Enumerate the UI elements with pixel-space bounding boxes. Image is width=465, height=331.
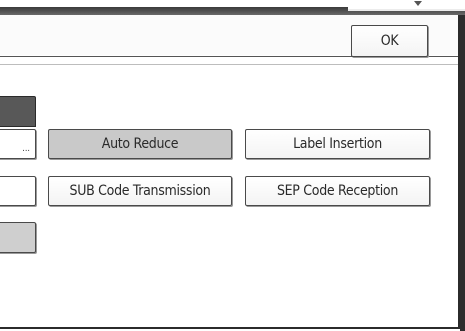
top-tab (348, 0, 465, 11)
settings-panel (0, 15, 460, 329)
left-partial-button-3[interactable] (0, 222, 36, 253)
left-partial-button[interactable]: ... (0, 129, 36, 159)
sep-code-reception-button[interactable]: SEP Code Reception (245, 176, 430, 206)
header-divider-secondary (0, 64, 458, 65)
ok-button[interactable]: OK (351, 25, 428, 57)
left-partial-button-2[interactable] (0, 176, 36, 206)
settings-screen: OK ... Auto Reduce Label Insertion SUB C… (0, 0, 465, 331)
sub-code-transmission-button[interactable]: SUB Code Transmission (48, 176, 232, 206)
label-insertion-button[interactable]: Label Insertion (245, 129, 430, 159)
ellipsis-label: ... (22, 144, 30, 154)
auto-reduce-button[interactable]: Auto Reduce (48, 129, 232, 159)
left-tab-dark[interactable] (0, 96, 36, 127)
scroll-down-arrow-icon (414, 1, 422, 6)
right-edge-bar (460, 15, 465, 331)
